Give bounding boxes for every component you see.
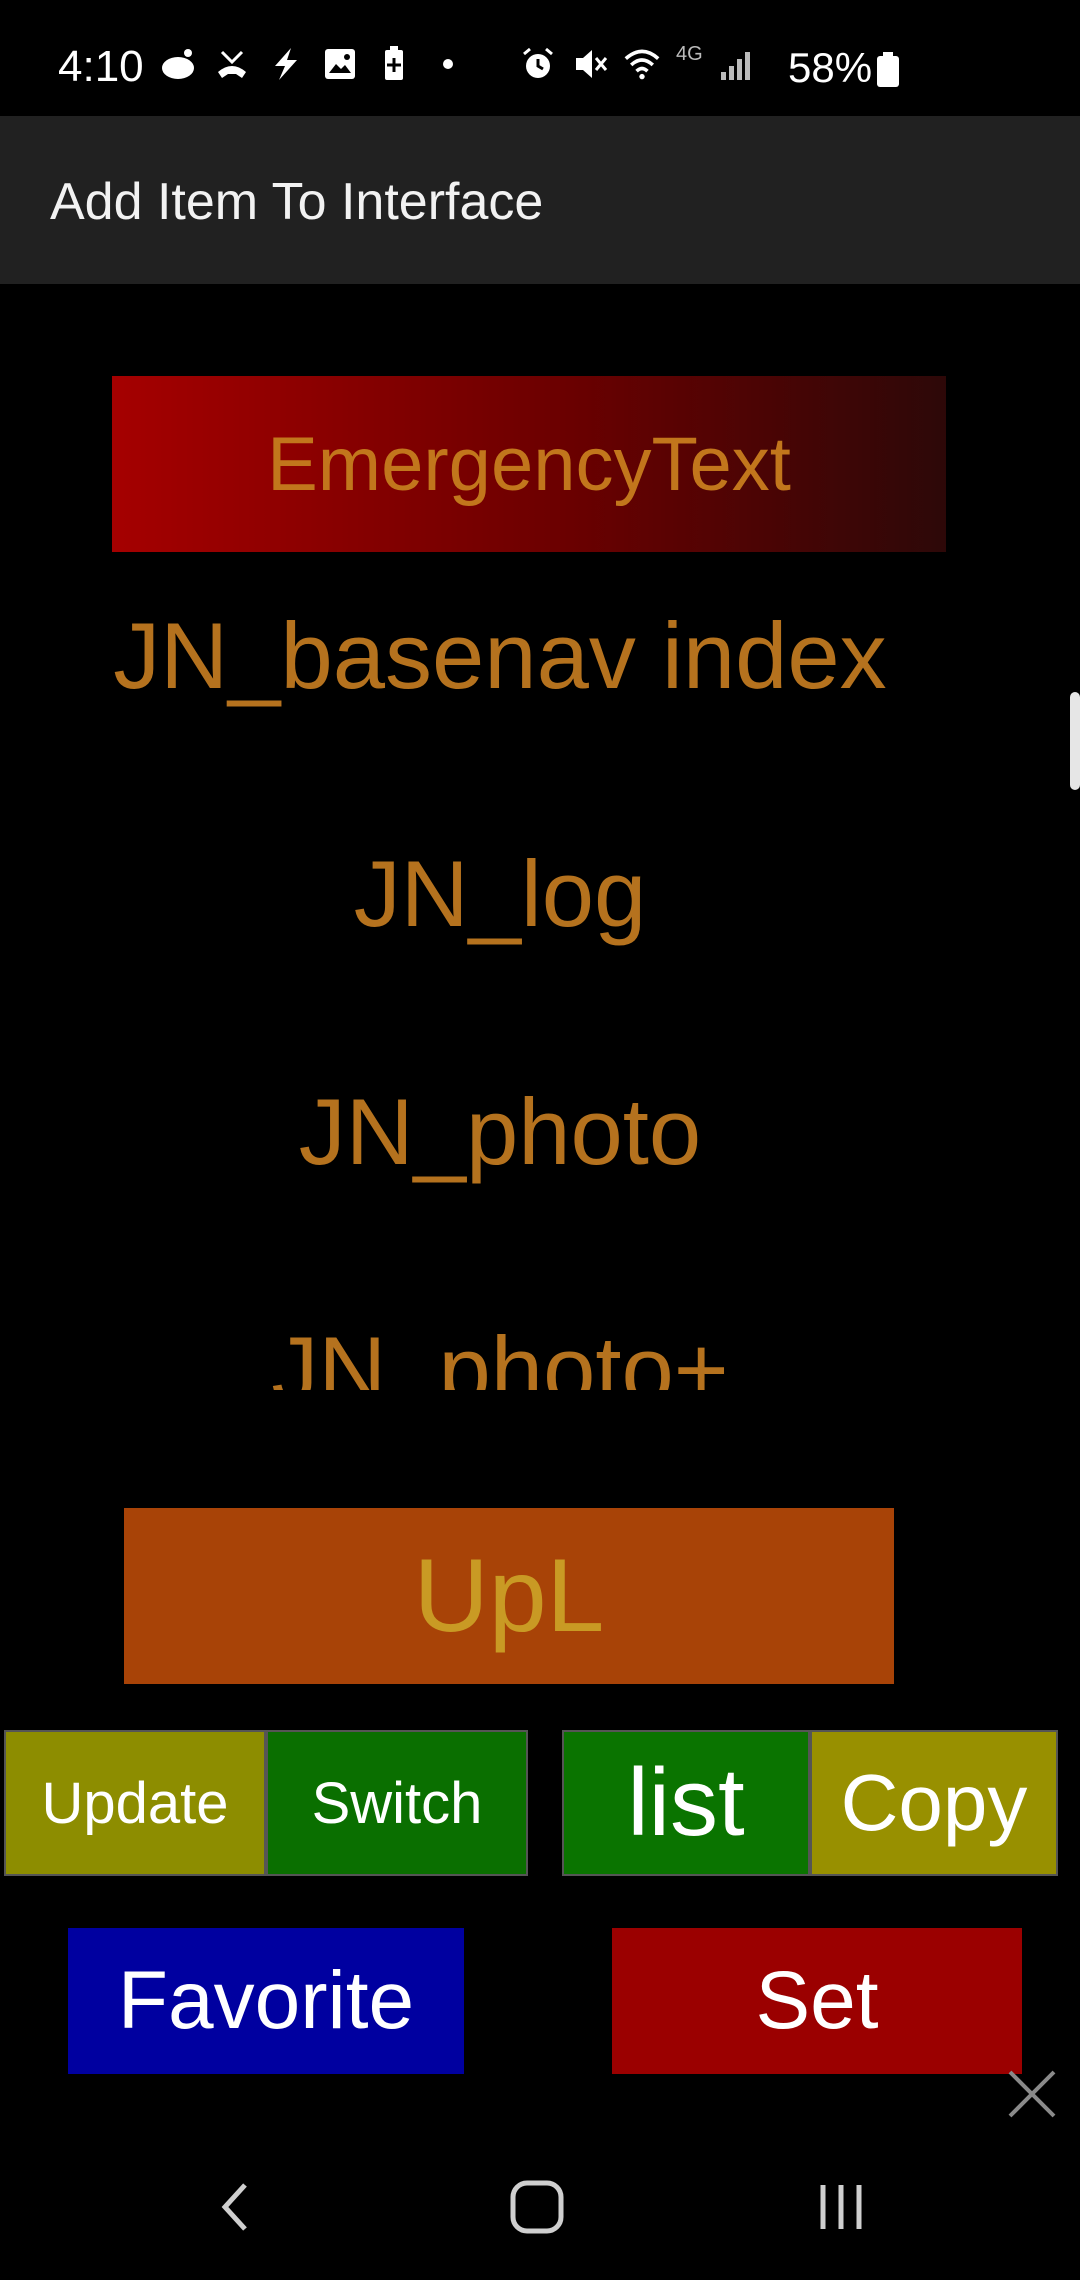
upl-button[interactable]: UpL [124, 1508, 894, 1684]
wifi-icon [624, 46, 660, 82]
signal-icon [719, 46, 755, 82]
emergency-text-button[interactable]: EmergencyText [112, 376, 946, 552]
update-button[interactable]: Update [4, 1730, 266, 1876]
image-icon [322, 46, 358, 82]
list-item[interactable]: JN_photo+ [0, 1316, 1000, 1390]
reddit-icon [160, 46, 196, 82]
item-list[interactable]: EmergencyText JN_basenav index JN_log JN… [0, 284, 1080, 1390]
network-type: 4G [676, 42, 703, 65]
copy-button[interactable]: Copy [810, 1730, 1058, 1876]
favorite-button[interactable]: Favorite [68, 1928, 464, 2074]
list-button[interactable]: list [562, 1730, 810, 1876]
home-icon[interactable] [492, 2162, 582, 2252]
dot-icon [430, 46, 466, 82]
battery-icon [876, 52, 900, 88]
page-title: Add Item To Interface [50, 173, 544, 231]
notification-icons [160, 46, 466, 82]
alarm-icon [520, 46, 556, 82]
system-icons: 4G [520, 42, 755, 82]
emergency-text-label: EmergencyText [267, 421, 791, 507]
set-button[interactable]: Set [612, 1928, 1022, 2074]
recents-icon[interactable] [796, 2162, 886, 2252]
app-bar: Add Item To Interface [0, 116, 1080, 284]
list-item[interactable]: JN_photo [0, 1078, 1000, 1186]
bolt-icon [268, 46, 304, 82]
scrollbar-thumb[interactable] [1070, 692, 1080, 790]
back-icon[interactable] [190, 2162, 280, 2252]
status-bar: 4:10 4G 58% [0, 0, 1080, 116]
navigation-bar [0, 2130, 1080, 2280]
missed-call-icon [214, 46, 250, 82]
battery-plus-icon [376, 46, 412, 82]
battery-percent: 58% [788, 44, 873, 91]
list-item[interactable]: JN_log [0, 840, 1000, 948]
upl-label: UpL [413, 1537, 605, 1654]
mute-icon [572, 46, 608, 82]
list-item[interactable]: JN_basenav index [0, 602, 1000, 710]
close-icon[interactable] [1004, 2066, 1060, 2122]
status-time: 4:10 [58, 42, 144, 91]
switch-button[interactable]: Switch [266, 1730, 528, 1876]
